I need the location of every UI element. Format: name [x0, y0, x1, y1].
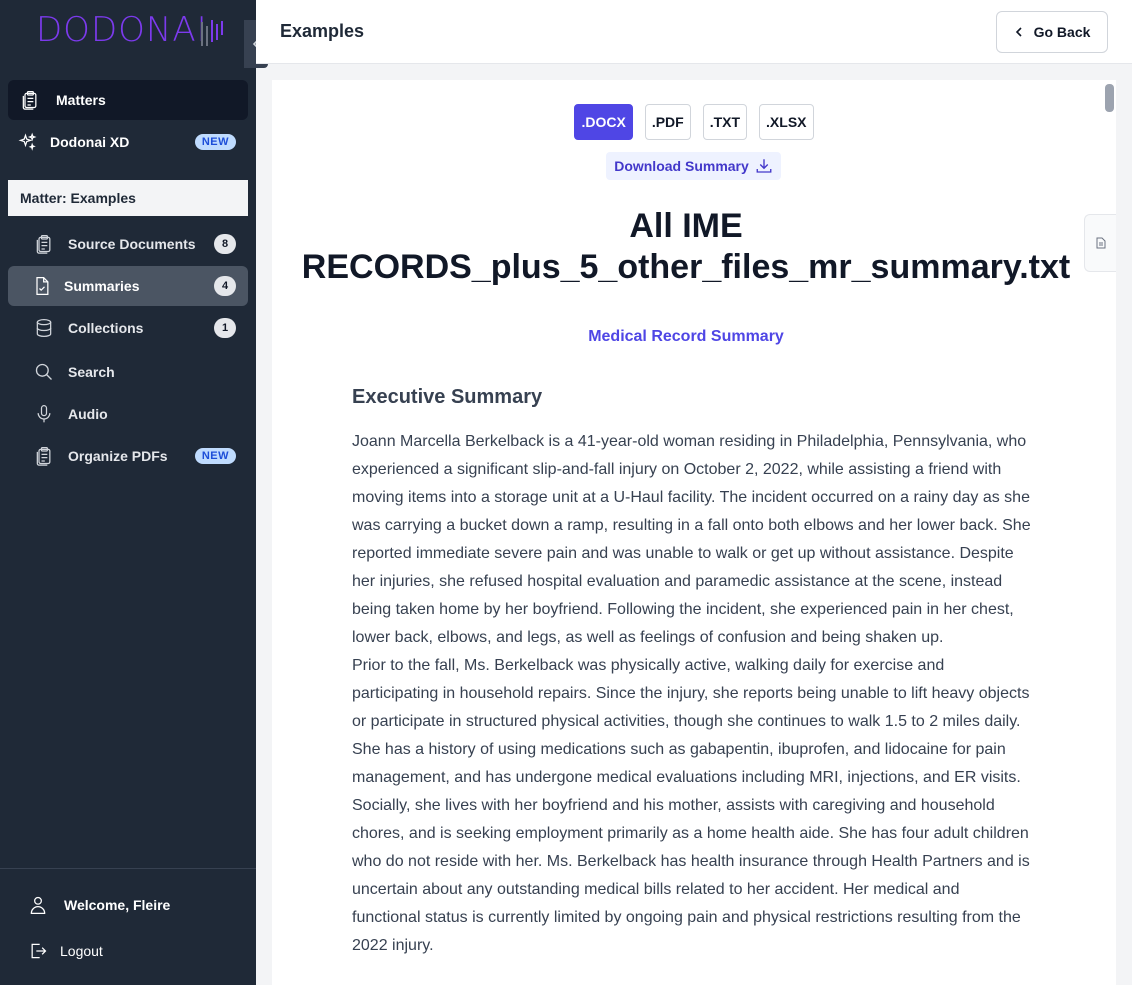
sidebar-item-summaries[interactable]: Summaries 4 — [8, 266, 248, 306]
logout-icon — [28, 941, 48, 961]
sidebar-item-audio[interactable]: Audio — [8, 394, 248, 434]
search-icon — [34, 362, 54, 382]
side-panel-toggle[interactable] — [1084, 214, 1116, 272]
download-summary-button[interactable]: Download Summary — [606, 152, 781, 180]
page-title: Examples — [280, 21, 365, 41]
body-paragraph: Joann Marcella Berkelback is a 41-year-o… — [352, 433, 1031, 646]
sidebar-item-label: Collections — [68, 320, 144, 336]
sidebar-item-label: Summaries — [64, 278, 140, 294]
format-txt-button[interactable]: .TXT — [702, 104, 748, 140]
document-icon — [1096, 237, 1105, 249]
welcome-user[interactable]: Welcome, Fleire — [8, 885, 248, 925]
count-badge: 8 — [214, 234, 236, 254]
sidebar-item-label: Search — [68, 364, 115, 380]
document-subtitle: Medical Record Summary — [588, 328, 784, 345]
brand-logo[interactable]: DODONAI — [36, 10, 226, 50]
format-pdf-button[interactable]: .PDF — [644, 104, 691, 140]
logo-mark-icon — [200, 20, 223, 46]
sidebar-item-label: Audio — [68, 406, 108, 422]
document-title: All IME RECORDS_plus_5_other_files_mr_su… — [272, 206, 1100, 288]
count-badge: 1 — [214, 318, 236, 338]
logout-label: Logout — [60, 943, 103, 959]
document-body: Joann Marcella Berkelback is a 41-year-o… — [352, 428, 1032, 960]
clipboard-icon — [34, 446, 54, 466]
format-selector: .DOCX .PDF .TXT .XLSX — [272, 104, 1116, 140]
sidebar-item-organize-pdfs[interactable]: Organize PDFs NEW — [8, 436, 248, 476]
clipboard-icon — [34, 234, 54, 254]
sidebar-item-collections[interactable]: Collections 1 — [8, 308, 248, 348]
sidebar-item-label: Source Documents — [68, 236, 196, 252]
matter-header: Matter: Examples — [8, 180, 248, 216]
body-paragraph: Prior to the fall, Ms. Berkelback was ph… — [352, 657, 1030, 954]
new-badge: NEW — [194, 448, 236, 464]
chevron-left-icon — [1015, 27, 1022, 37]
document-title-line2: RECORDS_plus_5_other_files_mr_summary.tx… — [301, 248, 1071, 286]
user-icon — [28, 895, 48, 915]
brand-name: DODONAI — [36, 10, 208, 50]
logout-button[interactable]: Logout — [8, 931, 248, 971]
sidebar-item-label: Organize PDFs — [68, 448, 168, 464]
sidebar-item-source-documents[interactable]: Source Documents 8 — [8, 224, 248, 264]
document-title-line1: All IME — [629, 207, 743, 245]
sidebar-item-search[interactable]: Search — [8, 352, 248, 392]
go-back-label: Go Back — [1033, 24, 1091, 40]
format-docx-button[interactable]: .DOCX — [574, 104, 633, 140]
sparkles-icon — [18, 132, 38, 152]
download-summary-label: Download Summary — [614, 158, 749, 174]
sidebar-item-dodonai-xd[interactable]: Dodonai XD NEW — [8, 122, 248, 162]
sidebar-item-label: Matters — [56, 92, 106, 108]
sidebar-item-label: Dodonai XD — [50, 134, 130, 150]
welcome-label: Welcome, Fleire — [64, 897, 171, 913]
sidebar-item-matters[interactable]: Matters — [8, 80, 248, 120]
database-icon — [34, 318, 54, 338]
format-xlsx-button[interactable]: .XLSX — [759, 104, 814, 140]
scrollbar-thumb[interactable] — [1105, 84, 1114, 112]
clipboard-icon — [20, 90, 40, 110]
go-back-button[interactable]: Go Back — [996, 11, 1108, 53]
download-icon — [756, 159, 772, 173]
summary-document-panel: .DOCX .PDF .TXT .XLSX Download Summary A… — [272, 80, 1116, 985]
microphone-icon — [34, 404, 54, 424]
new-badge: NEW — [194, 134, 236, 150]
top-bar: Examples Go Back — [256, 0, 1132, 64]
document-icon — [32, 276, 52, 296]
section-heading: Executive Summary — [352, 386, 543, 408]
count-badge: 4 — [214, 276, 236, 296]
sidebar: DODONAI Matters Dodonai XD NEW Matter: E… — [0, 0, 256, 985]
sidebar-divider — [0, 868, 256, 869]
